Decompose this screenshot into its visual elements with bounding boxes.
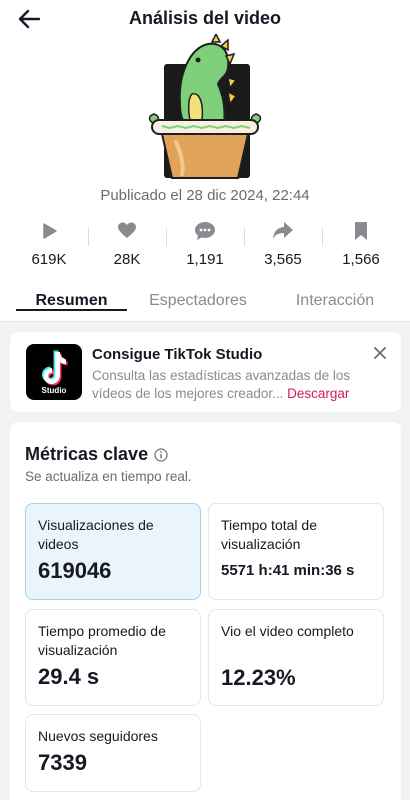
stat-likes: 28K [88, 220, 166, 268]
stats-row: 619K 28K 1,191 3,565 1,566 [10, 220, 400, 268]
video-thumbnail[interactable] [142, 32, 268, 180]
bookmark-icon [355, 221, 367, 240]
stat-value: 1,191 [186, 251, 224, 268]
metric-card-new-followers[interactable]: Nuevos seguidores 7339 [25, 714, 201, 792]
stat-saves: 1,566 [322, 220, 400, 268]
metric-label: Nuevos seguidores [38, 728, 158, 744]
promo-description: Consulta las estadísticas avanzadas de l… [92, 367, 382, 403]
tab-interaccion[interactable]: Interacción [280, 286, 390, 310]
metrics-subtitle: Se actualiza en tiempo real. [25, 469, 192, 484]
video-header-section: Análisis del video Publicado el 28 dic 2… [0, 0, 410, 322]
page-title: Análisis del video [128, 8, 282, 28]
metric-label: Vio el video completo [221, 623, 354, 639]
tab-bar: Resumen Espectadores Interacción [0, 286, 410, 322]
tab-resumen[interactable]: Resumen [16, 286, 127, 311]
metrics-title: Métricas clave [25, 444, 168, 465]
tab-espectadores[interactable]: Espectadores [140, 286, 256, 310]
stat-value: 3,565 [264, 251, 302, 268]
heart-icon [118, 222, 136, 238]
promo-title: Consigue TikTok Studio [92, 346, 263, 363]
metric-value: 7339 [38, 750, 87, 775]
stat-value: 619K [31, 251, 67, 268]
comment-icon [195, 221, 215, 240]
published-date: Publicado el 28 dic 2024, 22:44 [100, 187, 310, 204]
metric-value: 29.4 s [38, 664, 100, 689]
metric-value: 619046 [38, 558, 112, 583]
tiktok-studio-logo: Studio [26, 344, 82, 400]
close-button[interactable] [371, 344, 389, 362]
stat-value: 28K [113, 251, 141, 268]
metric-card-completion-rate[interactable]: Vio el video completo 12.23% [208, 609, 384, 706]
logo-label: Studio [41, 386, 67, 395]
metric-value: 12.23% [221, 665, 296, 690]
stat-views: 619K [10, 220, 88, 268]
metric-card-total-watch-time[interactable]: Tiempo total de visualización 5571 h:41 … [208, 503, 384, 600]
info-icon[interactable] [154, 447, 168, 462]
stat-value: 1,566 [342, 251, 380, 268]
stat-comments: 1,191 [166, 220, 244, 268]
key-metrics-panel: Métricas clave Se actualiza en tiempo re… [10, 422, 401, 800]
studio-promo-card[interactable]: Studio Consigue TikTok Studio Consulta l… [10, 332, 401, 412]
play-icon [43, 222, 57, 239]
share-icon [273, 221, 293, 239]
metric-label: Tiempo promedio de visualización [38, 623, 166, 658]
metric-card-average-watch-time[interactable]: Tiempo promedio de visualización 29.4 s [25, 609, 201, 706]
metric-card-views[interactable]: Visualizaciones de videos 619046 [25, 503, 201, 600]
metric-value: 5571 h:41 min:36 s [221, 562, 355, 579]
download-link[interactable]: Descargar [287, 386, 349, 401]
stat-shares: 3,565 [244, 220, 322, 268]
close-icon [374, 347, 386, 359]
metrics-title-text: Métricas clave [25, 444, 149, 464]
metric-label: Tiempo total de visualización [221, 517, 317, 552]
metric-label: Visualizaciones de videos [38, 517, 154, 552]
